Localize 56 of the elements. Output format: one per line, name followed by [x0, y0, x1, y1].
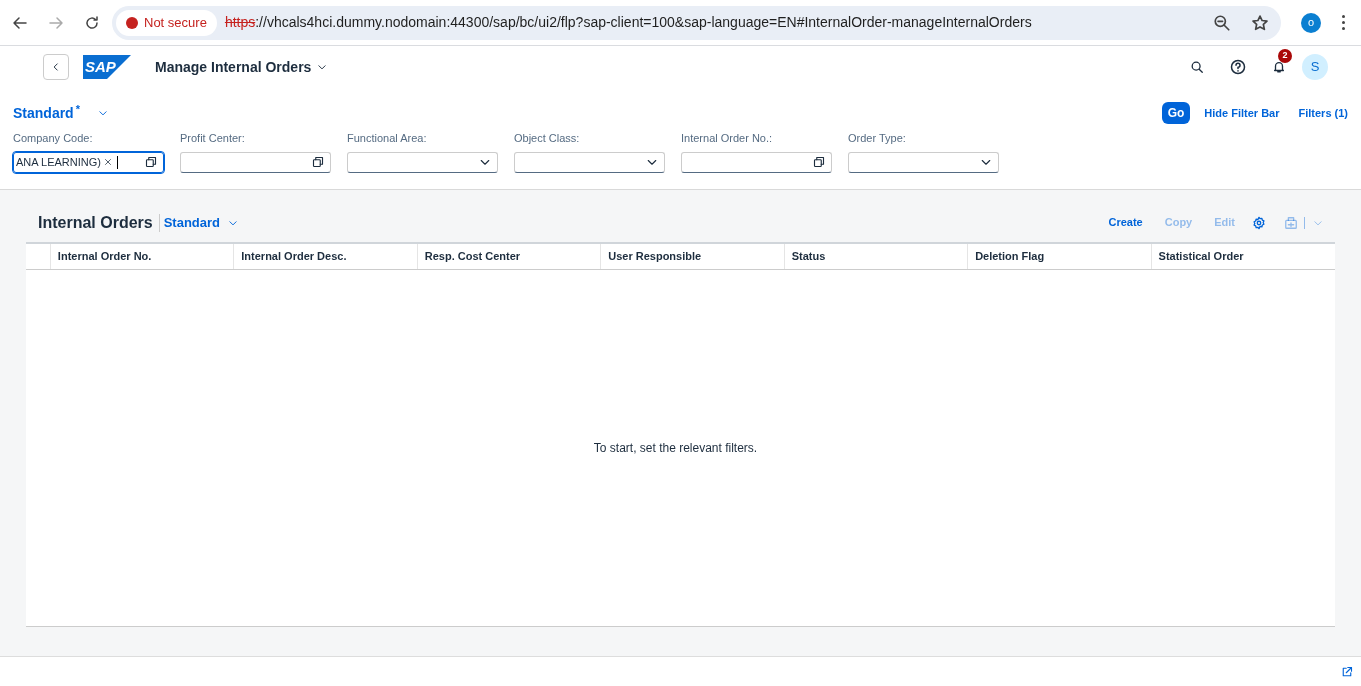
column-header[interactable]: Internal Order No.: [50, 243, 235, 269]
column-header[interactable]: User Responsible: [601, 243, 785, 269]
filter-label: Functional Area:: [347, 131, 428, 146]
table-title: Internal Orders: [38, 212, 153, 233]
table-variant-menu[interactable]: Standard: [163, 212, 239, 233]
value-help-icon[interactable]: [145, 156, 157, 168]
column-header[interactable]: Deletion Flag: [968, 243, 1152, 269]
error-icon: [126, 16, 138, 29]
column-header[interactable]: Statistical Order: [1151, 243, 1335, 269]
search-icon[interactable]: [1190, 60, 1204, 74]
column-header[interactable]: Status: [784, 243, 969, 269]
value-help-icon[interactable]: [813, 156, 825, 168]
column-header[interactable]: Resp. Cost Center: [417, 243, 602, 269]
security-label: Not secure: [144, 13, 207, 32]
modified-mark: *: [75, 101, 80, 117]
column-header[interactable]: Internal Order Desc.: [234, 243, 418, 269]
help-icon[interactable]: [1230, 59, 1246, 75]
notification-bell-icon[interactable]: [1272, 60, 1286, 74]
open-external-icon[interactable]: [1341, 665, 1353, 678]
filter-label: Profit Center:: [180, 131, 246, 146]
settings-icon[interactable]: [1252, 215, 1266, 230]
filters-button[interactable]: Filters (1): [1298, 104, 1348, 122]
input-field[interactable]: [180, 151, 331, 173]
input-field[interactable]: ANA LEARNING): [13, 151, 164, 173]
variant-menu[interactable]: Standard*: [13, 102, 108, 124]
filter-label: Object Class:: [514, 131, 581, 146]
chevron-down-icon: [97, 108, 108, 118]
input-field[interactable]: [681, 151, 832, 173]
user-avatar[interactable]: S: [1302, 54, 1328, 80]
more-menu-icon[interactable]: [1341, 15, 1345, 30]
dropdown-field[interactable]: [848, 151, 999, 173]
star-icon[interactable]: [1251, 13, 1269, 32]
sap-logo: SAP: [83, 55, 131, 79]
url-text[interactable]: https://vhcals4hci.dummy.nodomain:44300/sap/bc/ui2/flp?sap-client=100&sap-language=EN#InternalOrder-manageInternalOrders: [224, 12, 1205, 33]
filter-label: Company Code:: [13, 131, 94, 146]
empty-table-message: To start, set the relevant filters.: [593, 439, 758, 457]
app-title-menu[interactable]: Manage Internal Orders: [155, 56, 328, 78]
zoom-out-icon[interactable]: [1213, 13, 1231, 32]
value-token[interactable]: ANA LEARNING): [16, 153, 112, 171]
chevron-down-icon: [317, 62, 328, 72]
value-help-icon[interactable]: [312, 156, 324, 168]
profile-avatar[interactable]: o: [1301, 12, 1321, 33]
filter-label: Internal Order No.:: [681, 131, 774, 146]
go-button[interactable]: Go: [1161, 102, 1191, 124]
filter-label: Order Type:: [848, 131, 907, 146]
chevron-left-icon: [51, 62, 61, 72]
reload-icon[interactable]: [84, 14, 100, 31]
back-arrow-icon[interactable]: [12, 14, 28, 31]
notification-count-badge: 2: [1278, 49, 1292, 63]
hide-filter-bar-button[interactable]: Hide Filter Bar: [1204, 104, 1280, 122]
dropdown-field[interactable]: [514, 151, 665, 173]
close-icon: [103, 158, 112, 166]
text-cursor: [116, 155, 118, 169]
security-chip[interactable]: Not secure: [116, 9, 217, 36]
dropdown-field[interactable]: [347, 151, 498, 173]
toolbar-button[interactable]: Create: [1108, 214, 1143, 231]
